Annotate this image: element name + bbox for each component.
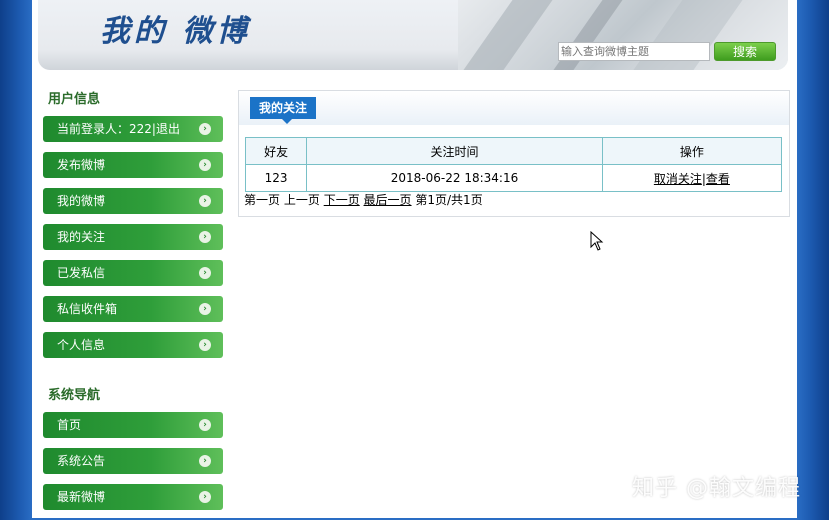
sidebar-item-my-weibo[interactable]: 我的微博 › — [43, 188, 223, 214]
user-info-section-title: 用户信息 — [48, 92, 101, 107]
sidebar-item-sent-messages[interactable]: 已发私信 › — [43, 260, 223, 286]
page-container: 我的 微博 搜索 用户信息 当前登录人：222|退出 › 发布微博 › 我的微博… — [32, 0, 797, 518]
view-link[interactable]: 查看 — [706, 172, 730, 186]
sidebar-item-profile[interactable]: 个人信息 › — [43, 332, 223, 358]
column-header-follow-time: 关注时间 — [306, 137, 603, 165]
sidebar-item-latest-weibo[interactable]: 最新微博 › — [43, 484, 223, 510]
system-nav-section-title: 系统导航 — [48, 388, 101, 403]
sidebar-item-announcements[interactable]: 系统公告 › — [43, 448, 223, 474]
chevron-right-icon: › — [199, 303, 211, 315]
panel-title-tab: 我的关注 — [250, 97, 317, 124]
chevron-right-icon: › — [199, 455, 211, 467]
actions-cell: 取消关注|查看 — [601, 164, 783, 192]
column-header-actions: 操作 — [601, 137, 783, 165]
chevron-right-icon: › — [199, 195, 211, 207]
chevron-right-icon: › — [199, 419, 211, 431]
follow-time-cell: 2018-06-22 18:34:16 — [306, 164, 603, 192]
chevron-right-icon: › — [199, 123, 211, 135]
pager-prev: 上一页 — [283, 193, 320, 207]
my-follows-panel: 我的关注 好友 关注时间 操作 123 2018-06-22 18:34:16 … — [238, 90, 790, 217]
friend-cell: 123 — [244, 164, 308, 192]
watermark: 知乎 @翰文编程 — [632, 476, 801, 501]
sidebar-item-current-user-logout[interactable]: 当前登录人：222|退出 › — [43, 116, 223, 142]
site-header: 我的 微博 搜索 — [38, 0, 788, 70]
sidebar-item-label: 发布微博 — [57, 158, 106, 172]
sidebar-item-label: 我的微博 — [57, 194, 106, 208]
chevron-right-icon: › — [199, 339, 211, 351]
follows-table: 好友 关注时间 操作 123 2018-06-22 18:34:16 取消关注|… — [244, 137, 783, 192]
table-row: 123 2018-06-22 18:34:16 取消关注|查看 — [244, 164, 783, 192]
panel-header: 我的关注 — [239, 91, 789, 125]
pager-last-link[interactable]: 最后一页 — [364, 193, 412, 207]
sidebar-item-my-follows[interactable]: 我的关注 › — [43, 224, 223, 250]
column-header-friend: 好友 — [244, 137, 308, 165]
sidebar-item-label: 已发私信 — [57, 266, 106, 280]
search-input[interactable] — [558, 42, 710, 61]
table-header-row: 好友 关注时间 操作 — [244, 137, 783, 165]
sidebar-item-label: 系统公告 — [57, 454, 106, 468]
chevron-right-icon: › — [199, 267, 211, 279]
sidebar-item-inbox[interactable]: 私信收件箱 › — [43, 296, 223, 322]
chevron-right-icon: › — [199, 491, 211, 503]
sidebar-item-home[interactable]: 首页 › — [43, 412, 223, 438]
sidebar: 用户信息 当前登录人：222|退出 › 发布微博 › 我的微博 › 我的关注 ›… — [43, 88, 223, 520]
search-button[interactable]: 搜索 — [714, 42, 776, 61]
pagination: 第一页 上一页 下一页 最后一页 第1页/共1页 — [244, 191, 483, 208]
sidebar-item-label: 个人信息 — [57, 338, 106, 352]
mouse-pointer-icon — [590, 231, 604, 251]
unfollow-link[interactable]: 取消关注 — [654, 172, 702, 186]
pager-info: 第1页/共1页 — [415, 193, 483, 207]
chevron-right-icon: › — [199, 159, 211, 171]
sidebar-item-label: 我的关注 — [57, 230, 106, 244]
sidebar-item-label: 首页 — [57, 418, 82, 432]
search-bar: 搜索 — [558, 42, 776, 61]
sidebar-item-label: 最新微博 — [57, 490, 106, 504]
sidebar-item-label: 当前登录人：222|退出 — [57, 122, 180, 136]
site-logo: 我的 微博 — [100, 14, 251, 49]
pager-next-link[interactable]: 下一页 — [324, 193, 360, 207]
chevron-right-icon: › — [199, 231, 211, 243]
sidebar-item-post-weibo[interactable]: 发布微博 › — [43, 152, 223, 178]
pager-first: 第一页 — [244, 193, 281, 207]
sidebar-item-label: 私信收件箱 — [57, 302, 118, 316]
